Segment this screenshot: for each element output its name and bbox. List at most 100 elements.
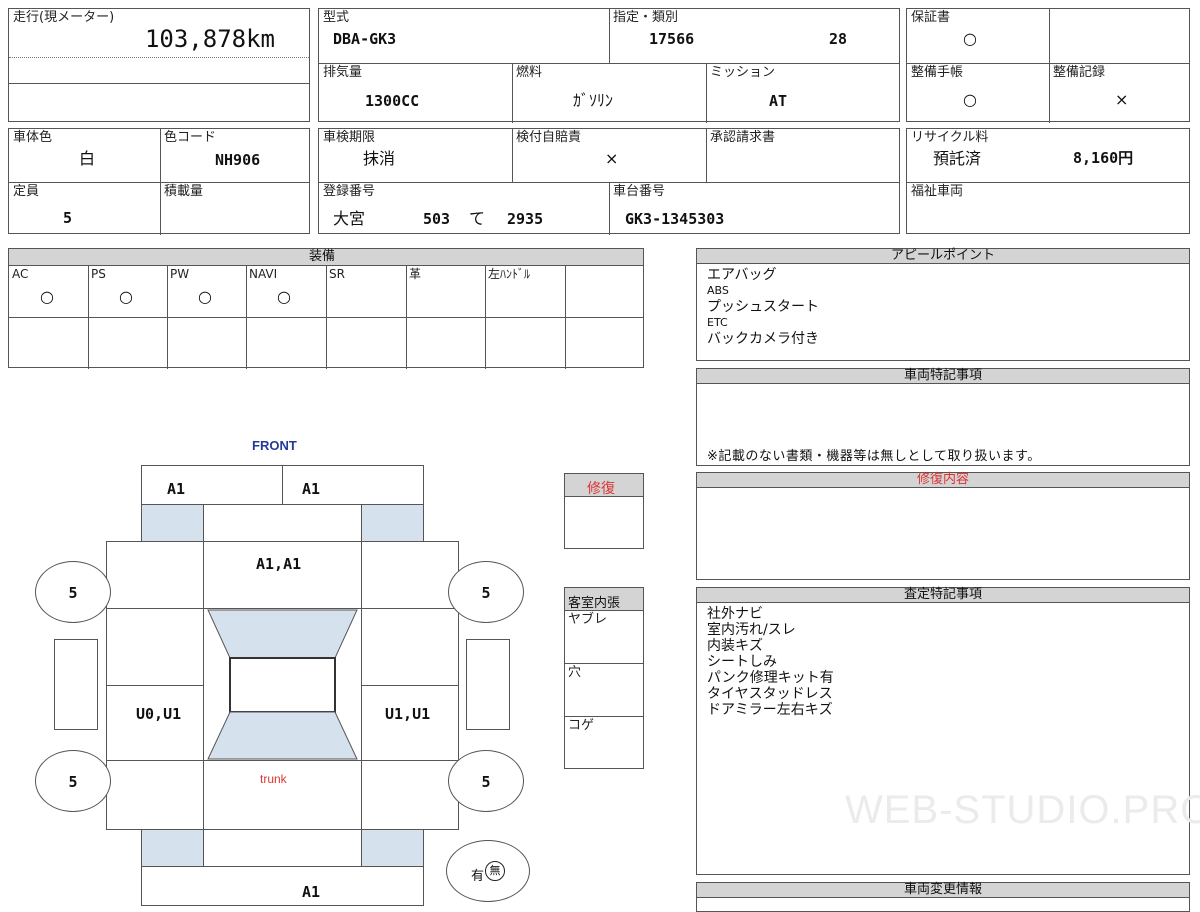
model-box: 型式 DBA-GK3 指定・類別 17566 28 排気量 1300CC 燃料 … xyxy=(318,8,900,123)
equipment-value: ○ xyxy=(198,287,212,306)
front-label: FRONT xyxy=(252,438,297,453)
front-right-tire: 5 xyxy=(448,561,524,623)
interior-box: 客室内張 ヤブレ 穴 コゲ xyxy=(564,587,644,769)
col-divider xyxy=(706,63,707,123)
col-divider xyxy=(326,265,327,369)
assessment-section: 査定特記事項 社外ナビ 室内汚れ/スレ 内装キズ シートしみ パンク修理キット有… xyxy=(696,587,1200,875)
maintenance-record-value: × xyxy=(1115,90,1129,109)
mileage-divider xyxy=(9,57,309,59)
col-divider xyxy=(1049,9,1050,123)
maintenance-record-label: 整備記録 xyxy=(1053,65,1106,80)
roof-glass xyxy=(207,609,358,760)
appeal-line: エアバッグ xyxy=(707,267,777,283)
col-divider xyxy=(88,265,89,369)
equipment-label: PW xyxy=(170,267,190,281)
spare-no: 無 xyxy=(485,861,505,881)
mileage-divider-2 xyxy=(9,83,309,84)
equipment-label: NAVI xyxy=(249,267,278,281)
model-label: 型式 xyxy=(323,10,350,25)
mileage-value: 103,878km xyxy=(144,25,275,53)
equipment-label: SR xyxy=(329,267,345,281)
color-code-label: 色コード xyxy=(164,130,217,145)
col-divider xyxy=(167,265,168,369)
left-step xyxy=(54,639,98,730)
equipment-label: 革 xyxy=(409,267,422,281)
registration-label: 登録番号 xyxy=(323,184,376,199)
rear-bumper xyxy=(141,866,424,906)
front-right-pillar xyxy=(361,504,424,542)
recycle-amount: 8,160円 xyxy=(1073,149,1134,167)
model-value: DBA-GK3 xyxy=(333,30,397,48)
approval-label: 承認請求書 xyxy=(710,130,776,145)
repair-content-section: 修復内容 xyxy=(696,472,1190,580)
vehicle-change-section: 車両変更情報 xyxy=(696,882,1190,912)
recycle-status: 預託済 xyxy=(933,149,982,168)
tire-grade: 5 xyxy=(68,584,78,602)
mission-label: ミッション xyxy=(710,65,776,80)
tire-grade: 5 xyxy=(68,773,78,791)
assessment-line: ドアミラー左右キズ xyxy=(707,702,833,718)
front-left-pillar xyxy=(141,504,204,542)
rear-left-pillar xyxy=(141,829,204,867)
front-left-tire: 5 xyxy=(35,561,111,623)
left-rear-door xyxy=(106,685,204,761)
front-bumper-left xyxy=(141,465,283,505)
inspection-label: 車検期限 xyxy=(323,130,376,145)
hood-grade: A1,A1 xyxy=(256,555,302,573)
front-right-fender xyxy=(361,541,459,609)
front-bumper-right-grade: A1 xyxy=(302,480,321,498)
appeal-line: バックカメラ付き xyxy=(707,331,819,347)
equipment-label: 左ﾊﾝﾄﾞﾙ xyxy=(488,267,531,281)
rear-panel xyxy=(203,829,362,867)
appeal-line: ETC xyxy=(707,316,728,329)
col-divider xyxy=(160,129,161,235)
hood xyxy=(203,541,362,609)
assessment-line: 室内汚れ/スレ xyxy=(707,622,796,638)
recycle-label: リサイクル料 xyxy=(911,130,989,145)
inspection-box: 車検期限 抹消 検付自賠責 × 承認請求書 登録番号 大宮 503 て 2935… xyxy=(318,128,900,235)
mileage-box: 走行(現メーター) 103,878km xyxy=(8,8,310,122)
recycle-box: リサイクル料 預託済 8,160円 福祉車両 xyxy=(906,128,1190,234)
col-divider xyxy=(609,9,610,63)
repair-box: 修復 xyxy=(564,473,644,549)
repair-content-title: 修復内容 xyxy=(697,473,1189,488)
spare-yes: 有 xyxy=(471,869,485,884)
insurance-value: × xyxy=(605,149,619,168)
equipment-value: ○ xyxy=(119,287,133,306)
appeal-title: アピールポイント xyxy=(697,249,1189,264)
left-front-door xyxy=(106,608,204,686)
car-diagram: FRONT A1 A1 A1,A1 U0,U1 U1,U1 trunk A1 5… xyxy=(0,420,560,906)
tire-grade: 5 xyxy=(481,584,491,602)
col-divider xyxy=(485,265,486,369)
equipment-title: 装備 xyxy=(309,249,336,264)
inspection-value: 抹消 xyxy=(363,149,396,168)
load-label: 積載量 xyxy=(164,184,204,199)
chassis-label: 車台番号 xyxy=(613,184,666,199)
registration-serial: 2935 xyxy=(507,210,544,228)
spare-tire: 有 無 xyxy=(446,840,530,902)
col-divider xyxy=(406,265,407,369)
row-divider xyxy=(9,182,309,183)
designation-label: 指定・類別 xyxy=(613,10,679,25)
hood-top xyxy=(203,504,362,542)
appeal-section: アピールポイント エアバッグ ABS プッシュスタート ETC バックカメラ付き xyxy=(696,248,1190,361)
equipment-value: ○ xyxy=(277,287,291,306)
col-divider xyxy=(246,265,247,369)
chassis-value: GK3-1345303 xyxy=(625,210,725,228)
row-divider xyxy=(907,182,1189,183)
equipment-label: AC xyxy=(12,267,29,281)
assessment-line: 社外ナビ xyxy=(707,606,763,622)
front-bumper-left-grade: A1 xyxy=(167,480,186,498)
body-color-label: 車体色 xyxy=(13,130,53,145)
right-step xyxy=(466,639,510,730)
maintenance-book-label: 整備手帳 xyxy=(911,65,964,80)
right-front-door xyxy=(361,608,459,686)
designation-value-2: 28 xyxy=(829,30,848,48)
col-divider xyxy=(609,182,610,235)
registration-region: 大宮 xyxy=(333,209,366,228)
rear-grade: A1 xyxy=(302,883,321,901)
interior-row: コゲ xyxy=(568,718,595,733)
equipment-value: ○ xyxy=(40,287,54,306)
assessment-line: 内装キズ xyxy=(707,638,763,654)
welfare-label: 福祉車両 xyxy=(911,184,964,199)
